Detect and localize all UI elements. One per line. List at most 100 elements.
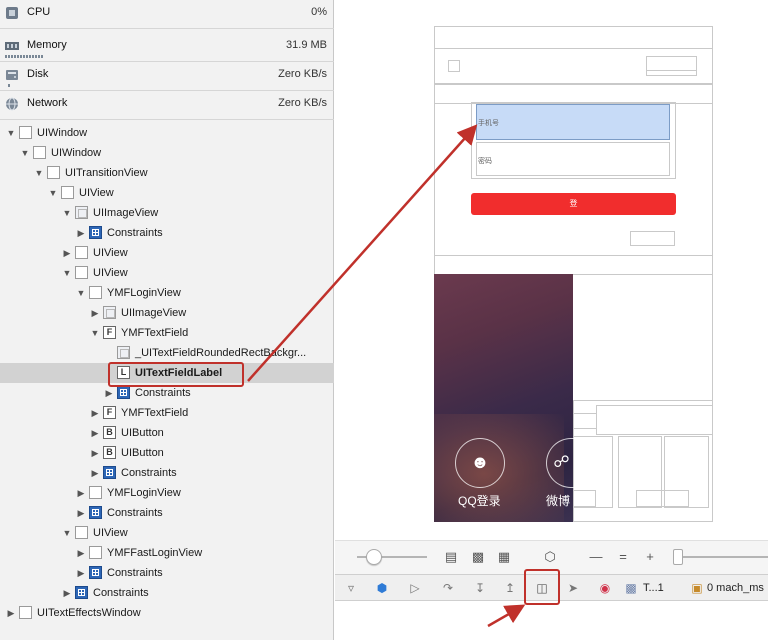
header-wireframe[interactable] xyxy=(434,84,713,104)
network-gauge[interactable]: Network Zero KB/s xyxy=(0,91,334,120)
disclosure-expanded-icon[interactable]: ▼ xyxy=(20,143,30,163)
memory-label: Memory xyxy=(27,39,67,51)
tree-row[interactable]: ▼ UITransitionView xyxy=(0,163,334,183)
tree-row[interactable]: ▶ Constraints xyxy=(0,503,334,523)
show-frames-icon[interactable]: ▩ xyxy=(470,549,486,565)
depth-slider-knob[interactable] xyxy=(673,549,683,565)
tree-row-label: UITransitionView xyxy=(65,167,148,179)
phone-textfield-label-selected[interactable] xyxy=(476,104,670,140)
view-icon xyxy=(75,526,88,539)
tree-row[interactable]: ▼ UIWindow xyxy=(0,143,334,163)
breadcrumb-target[interactable]: T...1 xyxy=(643,582,664,594)
cpu-icon xyxy=(6,7,18,19)
zoom-in-icon[interactable]: + xyxy=(642,549,658,565)
tree-row[interactable]: ▶ Constraints xyxy=(0,223,334,243)
disk-icon xyxy=(6,70,18,80)
tree-row[interactable]: ▼ YMFLoginView xyxy=(0,283,334,303)
disclosure-expanded-icon[interactable]: ▼ xyxy=(48,183,58,203)
tree-row-label: YMFFastLoginView xyxy=(107,547,203,559)
disclosure-collapsed-icon[interactable]: ▶ xyxy=(62,583,72,603)
disclosure-collapsed-icon[interactable]: ▶ xyxy=(6,603,16,623)
disclosure-collapsed-icon[interactable]: ▶ xyxy=(90,423,100,443)
disclosure-collapsed-icon[interactable]: ▶ xyxy=(90,303,100,323)
tree-row-label: UIWindow xyxy=(37,127,88,139)
tree-row[interactable]: _UITextFieldRoundedRectBackgr... xyxy=(0,343,334,363)
tree-row[interactable]: ▼ UIImageView xyxy=(0,203,334,223)
tree-row[interactable]: ▼ F YMFTextField xyxy=(0,323,334,343)
tree-row[interactable]: ▶ UITextEffectsWindow xyxy=(0,603,334,623)
disclosure-collapsed-icon[interactable]: ▶ xyxy=(76,563,86,583)
qq-login-button[interactable]: ☻ xyxy=(455,438,505,488)
tree-row[interactable]: ▼ UIView xyxy=(0,263,334,283)
register-link-wireframe[interactable] xyxy=(630,231,675,246)
tree-row-label: Constraints xyxy=(107,227,163,239)
disk-gauge[interactable]: Disk Zero KB/s xyxy=(0,62,334,91)
class-F-icon: F xyxy=(103,406,116,419)
tree-row[interactable]: ▼ UIView xyxy=(0,183,334,203)
memory-sparkline xyxy=(5,55,43,58)
weibo-icon: ☍ xyxy=(553,454,570,471)
memory-gauge[interactable]: Memory 31.9 MB xyxy=(0,33,334,62)
wireframe-toggle-icon[interactable]: ▦ xyxy=(496,549,512,565)
password-field-wireframe[interactable] xyxy=(476,142,670,176)
tree-row[interactable]: ▶ UIView xyxy=(0,243,334,263)
login-button[interactable]: 登 xyxy=(471,193,676,215)
cpu-gauge[interactable]: CPU 0% xyxy=(0,0,334,29)
tree-row[interactable]: ▶ YMFLoginView xyxy=(0,483,334,503)
zoom-out-icon[interactable]: — xyxy=(588,549,604,565)
tree-row[interactable]: ▶ Constraints xyxy=(0,563,334,583)
background-image-view[interactable] xyxy=(434,274,573,522)
weibo-login-label: 微博 xyxy=(546,494,571,508)
disclosure-collapsed-icon[interactable]: ▶ xyxy=(76,543,86,563)
tree-row[interactable]: ▶ YMFFastLoginView xyxy=(0,543,334,563)
3d-cube-icon[interactable]: ⬡ xyxy=(542,549,558,565)
tree-row-label: UIButton xyxy=(121,447,164,459)
tree-row[interactable]: ▶ F YMFTextField xyxy=(0,403,334,423)
disclosure-collapsed-icon[interactable]: ▶ xyxy=(90,443,100,463)
tree-row[interactable]: ▶ B UIButton xyxy=(0,423,334,443)
tree-row-label: YMFTextField xyxy=(121,407,189,419)
spacing-slider-knob[interactable] xyxy=(366,549,382,565)
continue-icon[interactable]: ▷ xyxy=(407,580,423,596)
disclosure-collapsed-icon[interactable]: ▶ xyxy=(62,243,72,263)
disclosure-collapsed-icon[interactable]: ▶ xyxy=(90,403,100,423)
network-value: Zero KB/s xyxy=(278,97,327,109)
tree-row[interactable]: ▶ B UIButton xyxy=(0,443,334,463)
third-label-wireframe xyxy=(636,490,689,507)
tree-row-label: UITextEffectsWindow xyxy=(37,607,141,619)
depth-slider-track[interactable] xyxy=(675,556,768,558)
zoom-actual-icon[interactable]: = xyxy=(615,549,631,565)
simulate-location-icon[interactable]: ➤ xyxy=(565,580,581,596)
thread-icon[interactable]: ▩ xyxy=(623,580,639,596)
tree-row[interactable]: ▶ Constraints xyxy=(0,583,334,603)
disclosure-expanded-icon[interactable]: ▼ xyxy=(6,123,16,143)
disclosure-collapsed-icon[interactable]: ▶ xyxy=(76,503,86,523)
step-into-icon[interactable]: ↧ xyxy=(472,580,488,596)
hide-debug-area-icon[interactable]: ▿ xyxy=(343,580,359,596)
view-icon xyxy=(61,186,74,199)
step-out-icon[interactable]: ↥ xyxy=(502,580,518,596)
tree-row[interactable]: ▼ UIView xyxy=(0,523,334,543)
class-F-icon: F xyxy=(103,326,116,339)
disclosure-expanded-icon[interactable]: ▼ xyxy=(34,163,44,183)
disclosure-collapsed-icon[interactable]: ▶ xyxy=(76,483,86,503)
tree-row[interactable]: ▶ Constraints xyxy=(0,463,334,483)
disclosure-collapsed-icon[interactable]: ▶ xyxy=(76,223,86,243)
disclosure-expanded-icon[interactable]: ▼ xyxy=(62,203,72,223)
disk-label: Disk xyxy=(27,68,49,80)
step-over-icon[interactable]: ↷ xyxy=(440,580,456,596)
disclosure-expanded-icon[interactable]: ▼ xyxy=(76,283,86,303)
tree-row[interactable]: ▼ UIWindow xyxy=(0,123,334,143)
app-icon[interactable]: ◉ xyxy=(597,580,613,596)
back-button-wireframe[interactable] xyxy=(448,60,460,72)
disclosure-collapsed-icon[interactable]: ▶ xyxy=(90,463,100,483)
view-icon xyxy=(89,546,102,559)
disclosure-expanded-icon[interactable]: ▼ xyxy=(62,263,72,283)
disclosure-expanded-icon[interactable]: ▼ xyxy=(62,523,72,543)
breakpoints-toggle-icon[interactable]: ⬢ xyxy=(374,580,390,596)
breadcrumb-frame[interactable]: 0 mach_ms xyxy=(707,582,764,594)
disclosure-expanded-icon[interactable]: ▼ xyxy=(90,323,100,343)
tree-row-label: UIImageView xyxy=(121,307,187,319)
tree-row[interactable]: ▶ UIImageView xyxy=(0,303,334,323)
clip-content-icon[interactable]: ▤ xyxy=(443,549,459,565)
